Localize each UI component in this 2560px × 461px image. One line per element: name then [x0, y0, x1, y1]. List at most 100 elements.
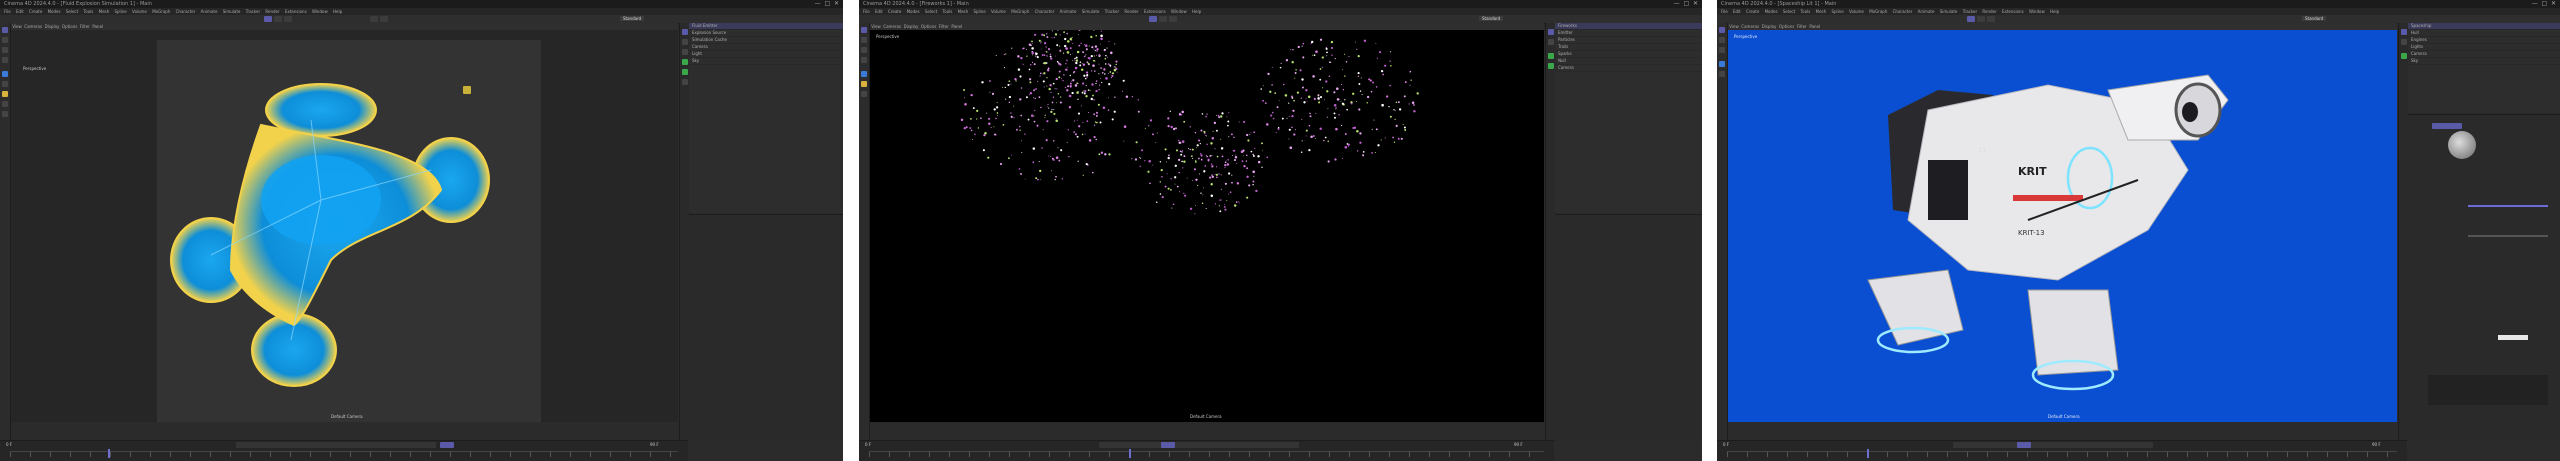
scale-tool-button[interactable] — [1977, 16, 1985, 22]
select-tool-icon[interactable] — [861, 27, 867, 33]
scale-icon[interactable] — [861, 47, 867, 53]
menu-extensions[interactable]: Extensions — [1144, 9, 1166, 14]
object-row[interactable]: Spaceship — [2408, 23, 2560, 30]
menu-create[interactable]: Create — [1746, 9, 1759, 14]
record-button[interactable] — [1161, 442, 1175, 448]
object-row[interactable]: Explosion Source — [689, 30, 843, 37]
objects-icon[interactable] — [1547, 29, 1554, 35]
menu-select[interactable]: Select — [1783, 9, 1795, 14]
cube-icon[interactable] — [2, 71, 8, 77]
timeline-playhead[interactable] — [1867, 449, 1869, 458]
attribute-field[interactable] — [2428, 375, 2548, 405]
menu-character[interactable]: Character — [1893, 9, 1913, 14]
window-controls[interactable]: — □ ✕ — [2532, 0, 2556, 8]
menu-window[interactable]: Window — [1171, 9, 1187, 14]
deformer-icon[interactable] — [2, 111, 8, 117]
object-row[interactable]: Camera — [2408, 51, 2560, 58]
select-tool-icon[interactable] — [1719, 27, 1725, 33]
menu-animate[interactable]: Animate — [201, 9, 218, 14]
menu-window[interactable]: Window — [2029, 9, 2045, 14]
cube-icon[interactable] — [1719, 61, 1725, 67]
menu-volume[interactable]: Volume — [132, 9, 147, 14]
menu-volume[interactable]: Volume — [991, 9, 1006, 14]
menu-create[interactable]: Create — [29, 9, 42, 14]
object-row[interactable]: Sparks — [1555, 51, 1702, 58]
objects-icon[interactable] — [2400, 29, 2407, 35]
rotate-icon[interactable] — [2, 57, 8, 63]
menu-edit[interactable]: Edit — [875, 9, 883, 14]
object-row[interactable]: Engines — [2408, 37, 2560, 44]
material-tab-active[interactable] — [2432, 123, 2462, 129]
green-tag-icon-2[interactable] — [1547, 63, 1554, 69]
objects-icon[interactable] — [681, 29, 688, 35]
move-tool-button[interactable] — [1967, 16, 1975, 22]
object-row[interactable]: Camera — [689, 44, 843, 51]
menu-create[interactable]: Create — [888, 9, 901, 14]
menu-animate[interactable]: Animate — [1918, 9, 1935, 14]
menu-mesh[interactable]: Mesh — [1816, 9, 1827, 14]
timeline[interactable]: 0 F 90 F — [859, 440, 1554, 461]
attribute-slider[interactable] — [2468, 205, 2548, 207]
menu-tools[interactable]: Tools — [942, 9, 952, 14]
menu-help[interactable]: Help — [333, 9, 342, 14]
takes-icon[interactable] — [2400, 39, 2407, 45]
record-button[interactable] — [2017, 442, 2031, 448]
menu-file[interactable]: File — [863, 9, 870, 14]
timeline[interactable]: 0 F 90 F — [0, 440, 688, 461]
menu-simulate[interactable]: Simulate — [1082, 9, 1100, 14]
scale-tool-button[interactable] — [1159, 16, 1167, 22]
object-row[interactable]: Hull — [2408, 30, 2560, 37]
menu-mograph[interactable]: MoGraph — [152, 9, 170, 14]
menu-simulate[interactable]: Simulate — [223, 9, 241, 14]
takes-icon[interactable] — [1547, 39, 1554, 45]
window-controls[interactable]: — □ ✕ — [1674, 0, 1698, 8]
menu-mograph[interactable]: MoGraph — [1011, 9, 1029, 14]
cube-icon[interactable] — [861, 71, 867, 77]
menu-help[interactable]: Help — [2050, 9, 2059, 14]
scale-tool-button[interactable] — [274, 16, 282, 22]
attribute-field[interactable] — [2498, 335, 2528, 340]
menu-edit[interactable]: Edit — [16, 9, 24, 14]
menu-mesh[interactable]: Mesh — [958, 9, 969, 14]
menu-tracker[interactable]: Tracker — [246, 9, 260, 14]
menu-select[interactable]: Select — [66, 9, 78, 14]
menu-character[interactable]: Character — [1035, 9, 1055, 14]
tab-layout-standard[interactable]: Standard — [1479, 16, 1504, 21]
takes-icon[interactable] — [681, 39, 688, 45]
camera-icon[interactable] — [2, 101, 8, 107]
object-row[interactable]: Light — [689, 51, 843, 58]
rotate-tool-button[interactable] — [1169, 16, 1177, 22]
menu-file[interactable]: File — [1721, 9, 1728, 14]
light-icon[interactable] — [861, 81, 867, 87]
rotate-tool-button[interactable] — [1987, 16, 1995, 22]
menu-spline[interactable]: Spline — [114, 9, 126, 14]
object-row[interactable]: Sky — [689, 58, 843, 65]
object-row[interactable]: Trails — [1555, 44, 1702, 51]
object-row[interactable]: Sky — [2408, 58, 2560, 65]
menu-extensions[interactable]: Extensions — [2002, 9, 2024, 14]
object-row[interactable]: Particles — [1555, 37, 1702, 44]
green-tag-icon-2[interactable] — [681, 69, 688, 75]
move-tool-button[interactable] — [1149, 16, 1157, 22]
menu-mograph[interactable]: MoGraph — [1869, 9, 1887, 14]
viewport-spaceship[interactable]: Perspective KRIT KRIT-13 13 Default Came… — [1728, 30, 2397, 422]
render-settings-button[interactable] — [380, 16, 388, 22]
camera-icon[interactable] — [861, 91, 867, 97]
green-tag-icon[interactable] — [1547, 53, 1554, 59]
menu-tools[interactable]: Tools — [83, 9, 93, 14]
play-controls[interactable] — [1953, 442, 2153, 448]
render-button[interactable] — [370, 16, 378, 22]
menu-render[interactable]: Render — [1982, 9, 1996, 14]
menu-modes[interactable]: Modes — [907, 9, 920, 14]
menu-help[interactable]: Help — [1192, 9, 1201, 14]
menu-simulate[interactable]: Simulate — [1940, 9, 1958, 14]
menu-tracker[interactable]: Tracker — [1105, 9, 1119, 14]
menu-extensions[interactable]: Extensions — [285, 9, 307, 14]
rotate-tool-button[interactable] — [284, 16, 292, 22]
menu-spline[interactable]: Spline — [1831, 9, 1843, 14]
play-controls[interactable] — [1099, 442, 1299, 448]
menu-tracker[interactable]: Tracker — [1963, 9, 1977, 14]
green-tag-icon[interactable] — [2400, 53, 2407, 59]
viewport-fluid[interactable]: Perspective Default Camera — [11, 30, 678, 422]
green-tag-icon[interactable] — [681, 59, 688, 65]
